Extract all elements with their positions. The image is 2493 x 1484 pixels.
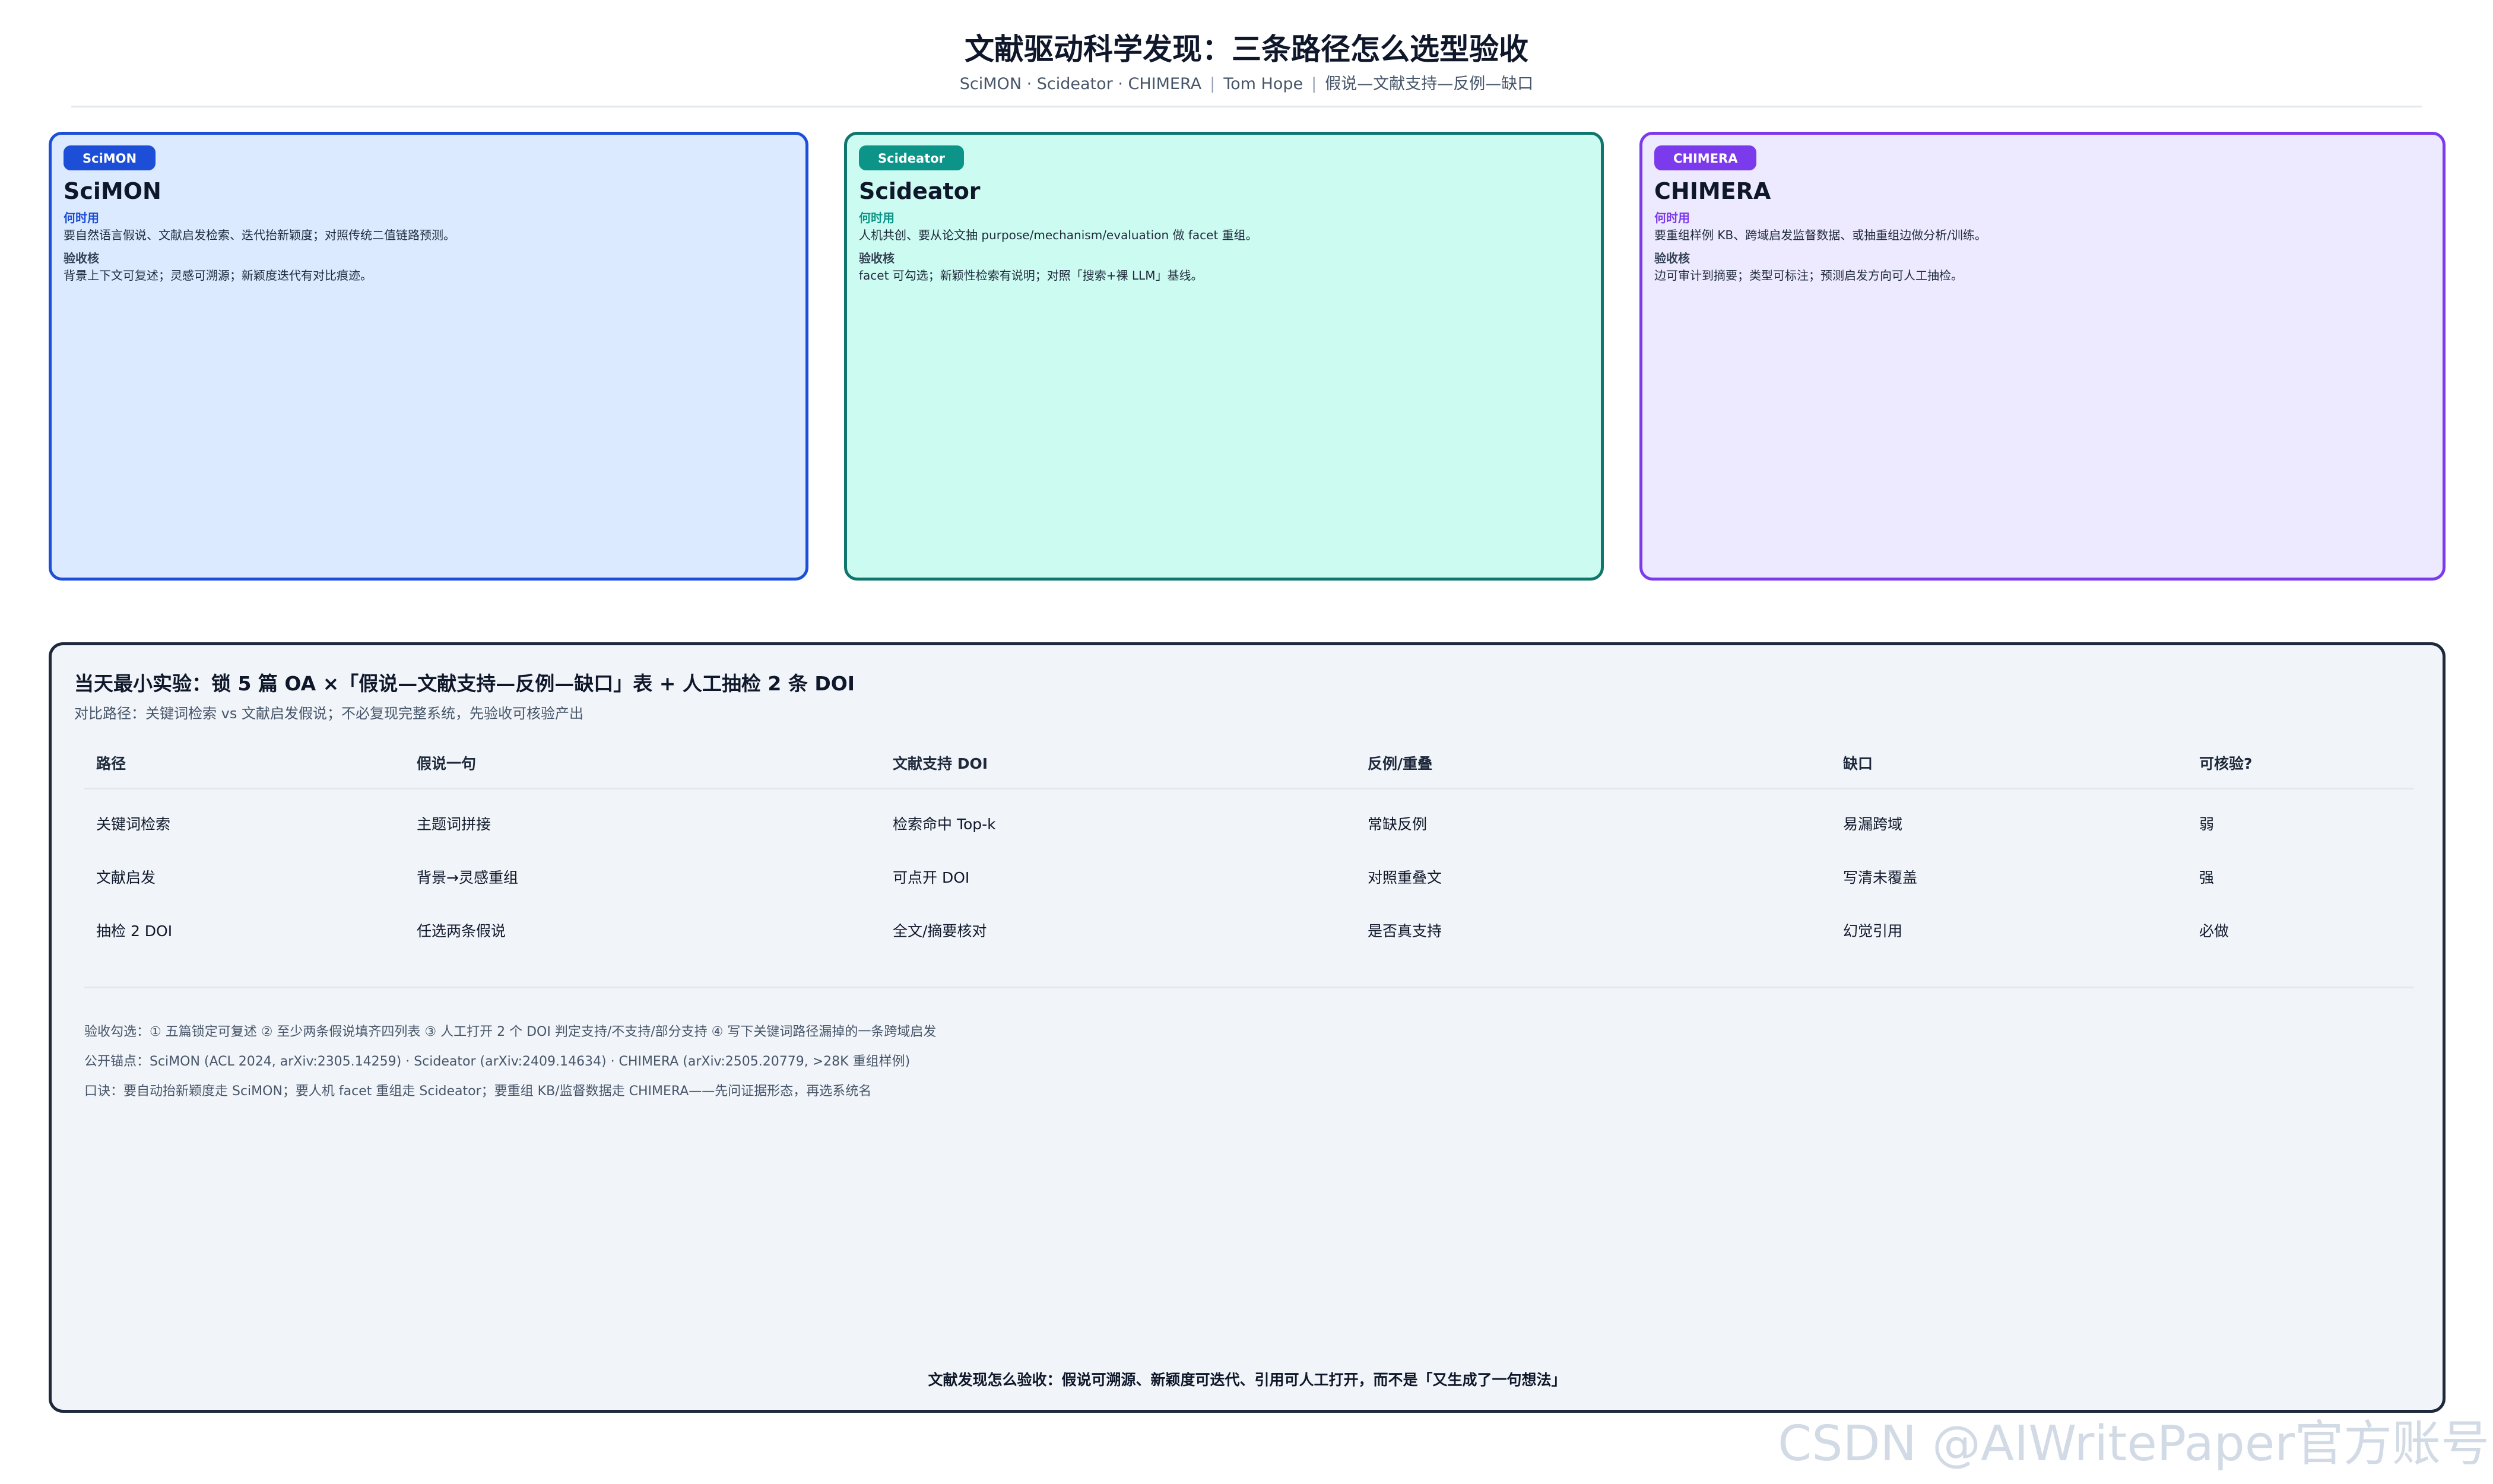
table-cell: 常缺反例 (1368, 816, 1428, 833)
card-tag: CHIMERA (1654, 145, 1757, 170)
subtitle-separator: | (1311, 75, 1317, 93)
card-name: Scideator (859, 178, 981, 204)
table-row: 抽检 2 DOI 任选两条假说 全文/摘要核对 是否真支持 幻觉引用 必做 (84, 908, 2414, 961)
table-cell: 写清未覆盖 (1843, 869, 1918, 886)
column-header: 路径 (96, 755, 126, 772)
table-cell: 任选两条假说 (417, 922, 506, 940)
column-header: 文献支持 DOI (893, 755, 988, 772)
page-header: 文献驱动科学发现：三条路径怎么选型验收 SciMON · Scideator ·… (0, 28, 2493, 96)
card-check-label: 验收核 (859, 251, 895, 265)
card-when-text: 要自然语言假说、文献启发检索、迭代抬新颖度；对照传统二值链路预测。 (64, 228, 455, 242)
panel-title: 当天最小实验：锁 5 篇 OA ×「假说—文献支持—反例—缺口」表 + 人工抽检… (74, 672, 855, 695)
column-header: 可核验? (2199, 755, 2253, 772)
panel-footer: 文献发现怎么验收：假说可溯源、新颖度可迭代、引用可人工打开，而不是「又生成了一句… (928, 1371, 1566, 1388)
column-header: 假说一句 (417, 755, 477, 772)
watermark: CSDN @AIWritePaper官方账号 (1778, 1416, 2489, 1472)
card-when-text: 要重组样例 KB、跨域启发监督数据、或抽重组边做分析/训练。 (1654, 228, 1987, 242)
card-tag: SciMON (64, 145, 156, 170)
card-check-text: 边可审计到摘要；类型可标注；预测启发方向可人工抽检。 (1654, 268, 1963, 283)
subtitle-separator: | (1210, 75, 1216, 93)
table-cell: 文献启发 (96, 869, 156, 886)
column-header: 反例/重叠 (1368, 755, 1433, 772)
card-when-label: 何时用 (64, 211, 99, 225)
card-name: SciMON (64, 178, 161, 204)
page-subtitle: SciMON · Scideator · CHIMERA | Tom Hope | 假说… (0, 72, 2493, 96)
card-scimon: SciMON SciMON 何时用 要自然语言假说、文献启发检索、迭代抬新颖度；… (49, 132, 808, 581)
table-cell: 关键词检索 (96, 816, 171, 833)
panel-subtitle: 对比路径：关键词检索 vs 文献启发假说；不必复现完整系统，先验收可核验产出 (74, 705, 583, 722)
card-check-label: 验收核 (1654, 251, 1690, 265)
notes-divider (84, 987, 2414, 988)
header-divider (71, 106, 2422, 107)
card-check-label: 验收核 (64, 251, 99, 265)
mnemonic: 口诀：要自动抬新颖度走 SciMON；要人机 facet 重组走 Scideat… (84, 1084, 872, 1099)
card-name: CHIMERA (1654, 178, 1771, 204)
card-tag: Scideator (859, 145, 965, 170)
column-header: 缺口 (1843, 755, 1873, 772)
table-cell: 对照重叠文 (1368, 869, 1442, 886)
acceptance-checklist: 验收勾选：① 五篇锁定可复述 ② 至少两条假说填齐四列表 ③ 人工打开 2 个 … (84, 1025, 937, 1039)
table-cell: 必做 (2199, 922, 2229, 940)
table-cell: 易漏跨域 (1843, 816, 1903, 833)
card-check-text: facet 可勾选；新颖性检索有说明；对照「搜索+裸 LLM」基线。 (859, 268, 1203, 283)
card-check-text: 背景上下文可复述；灵感可溯源；新颖度迭代有对比痕迹。 (64, 268, 372, 283)
table-row: 文献启发 背景→灵感重组 可点开 DOI 对照重叠文 写清未覆盖 强 (84, 854, 2414, 908)
card-when-text: 人机共创、要从论文抽 purpose/mechanism/evaluation … (859, 228, 1258, 242)
card-when-label: 何时用 (1654, 211, 1690, 225)
card-scideator: Scideator Scideator 何时用 人机共创、要从论文抽 purpo… (844, 132, 1604, 581)
table-cell: 强 (2199, 869, 2215, 886)
table-cell: 背景→灵感重组 (417, 869, 518, 886)
table-cell: 幻觉引用 (1843, 922, 1903, 940)
table-cell: 主题词拼接 (417, 816, 491, 833)
page-title: 文献驱动科学发现：三条路径怎么选型验收 (965, 32, 1528, 66)
table-cell: 可点开 DOI (893, 869, 970, 886)
table-cell: 检索命中 Top-k (893, 816, 996, 833)
table-cell: 是否真支持 (1368, 922, 1442, 940)
table-cell: 弱 (2199, 816, 2215, 833)
table-cell: 抽检 2 DOI (96, 922, 173, 940)
table-cell: 全文/摘要核对 (893, 922, 987, 940)
experiment-panel: 当天最小实验：锁 5 篇 OA ×「假说—文献支持—反例—缺口」表 + 人工抽检… (49, 642, 2446, 1413)
card-chimera: CHIMERA CHIMERA 何时用 要重组样例 KB、跨域启发监督数据、或抽… (1639, 132, 2446, 581)
subtitle-author: Tom Hope (1223, 75, 1303, 93)
card-when-label: 何时用 (859, 211, 895, 225)
subtitle-methods: SciMON · Scideator · CHIMERA (959, 75, 1202, 93)
public-anchors: 公开锚点：SciMON (ACL 2024, arXiv:2305.14259)… (84, 1054, 911, 1069)
table-row: 关键词检索 主题词拼接 检索命中 Top-k 常缺反例 易漏跨域 弱 (84, 801, 2414, 854)
subtitle-flow: 假说—文献支持—反例—缺口 (1325, 75, 1534, 93)
table-header: 路径 假说一句 文献支持 DOI 反例/重叠 缺口 可核验? (84, 740, 2414, 789)
